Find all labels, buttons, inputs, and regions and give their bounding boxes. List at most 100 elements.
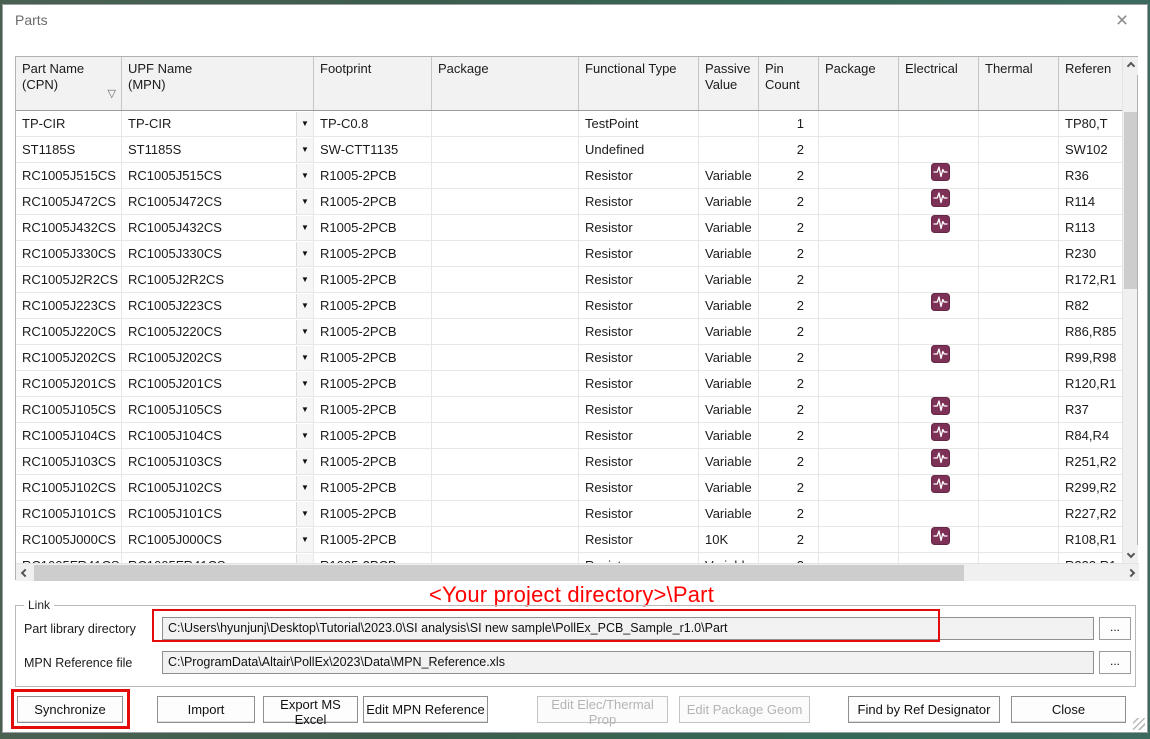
table-row[interactable]: RC1005J102CSRC1005J102CS▼R1005-2PCBResis… bbox=[16, 475, 1124, 501]
table-row[interactable]: RC1005J101CSRC1005J101CS▼R1005-2PCBResis… bbox=[16, 501, 1124, 527]
table-row[interactable]: RC1005J104CSRC1005J104CS▼R1005-2PCBResis… bbox=[16, 423, 1124, 449]
cell-package bbox=[432, 371, 579, 396]
cell-passive-value: Variable bbox=[699, 189, 759, 214]
column-header-thermal[interactable]: Thermal bbox=[979, 57, 1059, 110]
edit-elec-thermal-prop-button: Edit Elec/Thermal Prop bbox=[537, 696, 668, 723]
table-row[interactable]: RC1005J330CSRC1005J330CS▼R1005-2PCBResis… bbox=[16, 241, 1124, 267]
chevron-down-icon[interactable]: ▼ bbox=[296, 450, 313, 474]
cell-package bbox=[432, 475, 579, 500]
chevron-down-icon[interactable]: ▼ bbox=[296, 216, 313, 240]
table-row[interactable]: RC1005J201CSRC1005J201CS▼R1005-2PCBResis… bbox=[16, 371, 1124, 397]
edit-mpn-reference-button[interactable]: Edit MPN Reference bbox=[363, 696, 488, 723]
table-row[interactable]: RC1005FR41CSRC1005FR41CS▼R1005-2PCBResis… bbox=[16, 553, 1124, 563]
chevron-down-icon[interactable]: ▼ bbox=[296, 164, 313, 188]
chevron-down-icon[interactable]: ▼ bbox=[296, 320, 313, 344]
export-ms-excel-button[interactable]: Export MS Excel bbox=[263, 696, 358, 723]
column-header-functional-type[interactable]: Functional Type bbox=[579, 57, 699, 110]
cell-footprint: R1005-2PCB bbox=[314, 423, 432, 448]
cell-thermal bbox=[979, 241, 1059, 266]
chevron-down-icon[interactable]: ▼ bbox=[296, 424, 313, 448]
column-header-passive-value[interactable]: Passive Value bbox=[699, 57, 759, 110]
upf-name-value: ST1185S bbox=[128, 137, 181, 162]
chevron-down-icon[interactable]: ▼ bbox=[296, 242, 313, 266]
cell-functional-type: Resistor bbox=[579, 371, 699, 396]
cell-part-name: RC1005J330CS bbox=[16, 241, 122, 266]
column-header-package[interactable]: Package bbox=[432, 57, 579, 110]
chevron-down-icon[interactable]: ▼ bbox=[296, 268, 313, 292]
chevron-down-icon[interactable]: ▼ bbox=[296, 372, 313, 396]
column-header-electrical[interactable]: Electrical bbox=[899, 57, 979, 110]
cell-package bbox=[432, 137, 579, 162]
table-row[interactable]: RC1005J472CSRC1005J472CS▼R1005-2PCBResis… bbox=[16, 189, 1124, 215]
vertical-scrollbar[interactable] bbox=[1122, 57, 1137, 563]
column-header-package-2[interactable]: Package bbox=[819, 57, 899, 110]
table-row[interactable]: RC1005J105CSRC1005J105CS▼R1005-2PCBResis… bbox=[16, 397, 1124, 423]
chevron-down-icon[interactable]: ▼ bbox=[296, 190, 313, 214]
cell-thermal bbox=[979, 215, 1059, 240]
cell-functional-type: Undefined bbox=[579, 137, 699, 162]
column-header-footprint[interactable]: Footprint bbox=[314, 57, 432, 110]
chevron-down-icon[interactable]: ▼ bbox=[296, 502, 313, 526]
resize-grip-icon[interactable] bbox=[1133, 718, 1145, 730]
horizontal-scrollbar-thumb[interactable] bbox=[34, 565, 964, 581]
cell-functional-type: Resistor bbox=[579, 267, 699, 292]
scroll-down-icon[interactable] bbox=[1123, 545, 1138, 563]
cell-thermal bbox=[979, 501, 1059, 526]
table-row[interactable]: RC1005J223CSRC1005J223CS▼R1005-2PCBResis… bbox=[16, 293, 1124, 319]
cell-package-2 bbox=[819, 267, 899, 292]
synchronize-button[interactable]: Synchronize bbox=[17, 696, 123, 723]
mpn-reference-file-field[interactable]: C:\ProgramData\Altair\PollEx\2023\Data\M… bbox=[162, 651, 1094, 674]
cell-package-2 bbox=[819, 475, 899, 500]
scroll-right-icon[interactable] bbox=[1122, 564, 1139, 581]
cell-electrical bbox=[899, 319, 979, 345]
close-button[interactable]: Close bbox=[1011, 696, 1126, 723]
cell-part-name: RC1005J201CS bbox=[16, 371, 122, 396]
part-library-directory-field[interactable]: C:\Users\hyunjunj\Desktop\Tutorial\2023.… bbox=[162, 617, 1094, 640]
table-row[interactable]: RC1005J2R2CSRC1005J2R2CS▼R1005-2PCBResis… bbox=[16, 267, 1124, 293]
scroll-up-icon[interactable] bbox=[1123, 57, 1138, 75]
cell-package bbox=[432, 163, 579, 188]
cell-pin-count: 1 bbox=[759, 111, 819, 136]
column-header-part-name[interactable]: Part Name (CPN)▽ bbox=[16, 57, 122, 110]
chevron-down-icon[interactable]: ▼ bbox=[296, 138, 313, 162]
horizontal-scrollbar[interactable] bbox=[16, 563, 1139, 581]
dialog-title: Parts bbox=[15, 12, 48, 28]
cell-reference: R233,R1 bbox=[1059, 553, 1124, 563]
cell-package-2 bbox=[819, 215, 899, 240]
table-row[interactable]: RC1005J000CSRC1005J000CS▼R1005-2PCBResis… bbox=[16, 527, 1124, 553]
cell-electrical bbox=[899, 371, 979, 397]
table-row[interactable]: RC1005J432CSRC1005J432CS▼R1005-2PCBResis… bbox=[16, 215, 1124, 241]
edit-package-geom-button: Edit Package Geom bbox=[679, 696, 810, 723]
chevron-down-icon[interactable]: ▼ bbox=[296, 346, 313, 370]
cell-thermal bbox=[979, 137, 1059, 162]
upf-name-value: RC1005J102CS bbox=[128, 475, 222, 500]
cell-pin-count: 2 bbox=[759, 293, 819, 318]
upf-name-value: RC1005J201CS bbox=[128, 371, 222, 396]
chevron-down-icon[interactable]: ▼ bbox=[296, 294, 313, 318]
table-row[interactable]: RC1005J220CSRC1005J220CS▼R1005-2PCBResis… bbox=[16, 319, 1124, 345]
mpn-reference-browse-button[interactable]: ... bbox=[1099, 651, 1131, 674]
vertical-scrollbar-thumb[interactable] bbox=[1124, 112, 1137, 289]
chevron-down-icon[interactable]: ▼ bbox=[296, 112, 313, 136]
column-header-upf-name[interactable]: UPF Name (MPN) bbox=[122, 57, 314, 110]
cell-reference: TP80,T bbox=[1059, 111, 1124, 136]
close-icon[interactable]: × bbox=[1109, 8, 1135, 34]
find-by-ref-designator-button[interactable]: Find by Ref Designator bbox=[848, 696, 1000, 723]
scroll-left-icon[interactable] bbox=[16, 564, 34, 581]
table-row[interactable]: RC1005J515CSRC1005J515CS▼R1005-2PCBResis… bbox=[16, 163, 1124, 189]
table-row[interactable]: RC1005J103CSRC1005J103CS▼R1005-2PCBResis… bbox=[16, 449, 1124, 475]
column-header-pin-count[interactable]: Pin Count bbox=[759, 57, 819, 110]
chevron-down-icon[interactable]: ▼ bbox=[296, 528, 313, 552]
column-header-reference[interactable]: Referen bbox=[1059, 57, 1124, 110]
chevron-down-icon[interactable]: ▼ bbox=[296, 398, 313, 422]
table-row[interactable]: TP-CIRTP-CIR▼TP-C0.8TestPoint1TP80,T bbox=[16, 111, 1124, 137]
table-row[interactable]: ST1185SST1185S▼SW-CTT1135Undefined2SW102 bbox=[16, 137, 1124, 163]
part-library-browse-button[interactable]: ... bbox=[1099, 617, 1131, 640]
import-button[interactable]: Import bbox=[157, 696, 255, 723]
chevron-down-icon[interactable]: ▼ bbox=[296, 554, 313, 564]
cell-electrical bbox=[899, 449, 979, 475]
chevron-down-icon[interactable]: ▼ bbox=[296, 476, 313, 500]
cell-passive-value: Variable bbox=[699, 319, 759, 344]
table-row[interactable]: RC1005J202CSRC1005J202CS▼R1005-2PCBResis… bbox=[16, 345, 1124, 371]
cell-package bbox=[432, 449, 579, 474]
